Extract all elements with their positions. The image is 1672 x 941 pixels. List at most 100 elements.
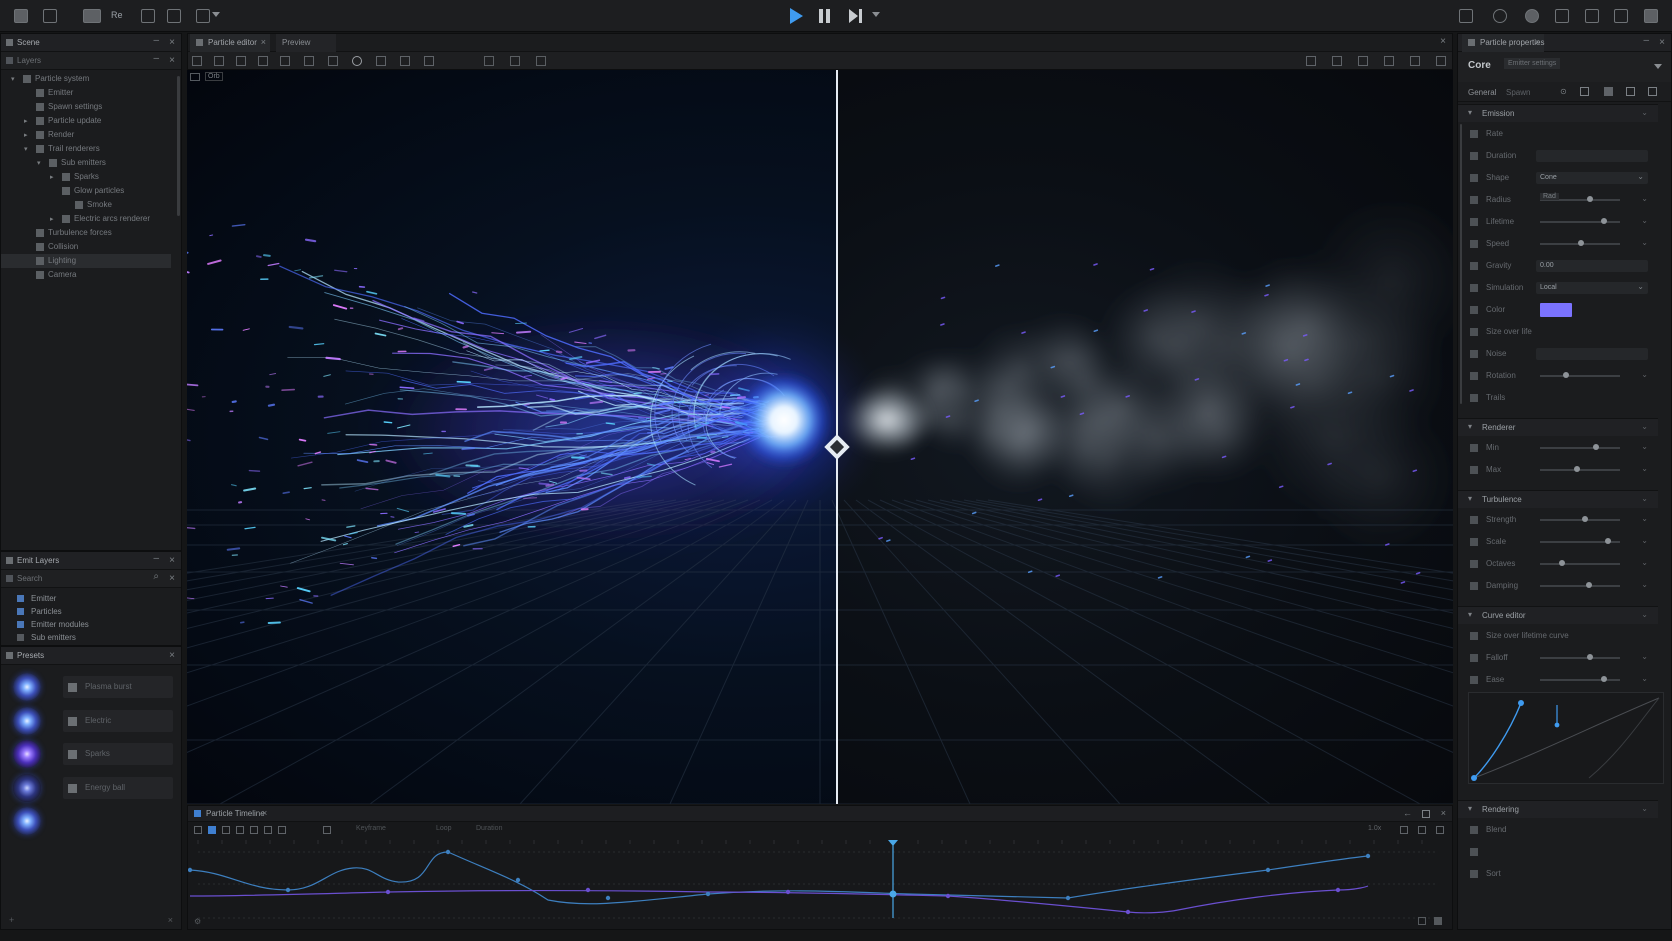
slider-knob[interactable] bbox=[1600, 676, 1607, 682]
checkbox[interactable] bbox=[1470, 466, 1478, 474]
filter-icon[interactable] bbox=[484, 56, 494, 66]
timeline-curve-violet[interactable] bbox=[189, 885, 1369, 914]
collapse-icon[interactable]: – bbox=[153, 53, 159, 64]
checkbox[interactable] bbox=[1470, 284, 1478, 292]
tab-scene[interactable]: Scene bbox=[17, 38, 40, 47]
fit-icon[interactable] bbox=[1418, 917, 1426, 925]
slider-knob[interactable] bbox=[1585, 582, 1592, 588]
timeline-tool[interactable]: Loop bbox=[436, 825, 452, 832]
key-icon[interactable] bbox=[208, 826, 216, 834]
keyframe[interactable] bbox=[1365, 853, 1371, 859]
save-icon[interactable] bbox=[1604, 87, 1613, 96]
property-slider[interactable] bbox=[1540, 563, 1620, 565]
curve-key[interactable] bbox=[1554, 722, 1560, 728]
property-input[interactable] bbox=[1536, 348, 1648, 360]
checkbox[interactable] bbox=[1470, 174, 1478, 182]
close-icon[interactable]: × bbox=[1535, 37, 1540, 47]
property-slider[interactable] bbox=[1540, 585, 1620, 587]
chevron-down-icon[interactable]: ⌄ bbox=[1641, 674, 1648, 683]
preset-thumbnail[interactable] bbox=[13, 707, 41, 735]
property-slider[interactable] bbox=[1540, 657, 1620, 659]
slider-knob[interactable] bbox=[1593, 444, 1600, 450]
curve-key[interactable] bbox=[1471, 775, 1477, 781]
inspector-scrollbar[interactable] bbox=[1460, 124, 1462, 404]
chevron-down-icon[interactable] bbox=[872, 12, 880, 17]
chevron-down-icon[interactable]: ⌄ bbox=[1641, 442, 1648, 451]
property-slider[interactable] bbox=[1540, 679, 1620, 681]
inspector-section-header[interactable]: ▾ Turbulence ⌄ bbox=[1458, 490, 1658, 508]
checkbox[interactable] bbox=[1470, 516, 1478, 524]
chevron-down-icon[interactable]: ▾ bbox=[1468, 108, 1472, 117]
chevron-down-icon[interactable]: ▾ bbox=[24, 145, 28, 153]
sync-icon[interactable] bbox=[1493, 9, 1507, 23]
checkbox[interactable] bbox=[1470, 328, 1478, 336]
chevron-right-icon[interactable]: ▸ bbox=[50, 173, 54, 181]
camera-icon[interactable] bbox=[1384, 56, 1394, 66]
tree-item[interactable]: ▸ Render bbox=[1, 128, 171, 142]
close-icon[interactable]: × bbox=[1659, 37, 1665, 48]
checkbox[interactable] bbox=[1470, 262, 1478, 270]
inspector-section-header[interactable]: ▾ Emission ⌄ bbox=[1458, 104, 1658, 122]
filter-icon[interactable] bbox=[6, 575, 13, 582]
checkbox[interactable] bbox=[1470, 350, 1478, 358]
property-dropdown[interactable]: Cone ⌄ bbox=[1536, 172, 1648, 184]
fit-icon[interactable] bbox=[1400, 826, 1408, 834]
tree-item[interactable]: ▸ Electric arcs renderer bbox=[1, 212, 171, 226]
keyframe[interactable] bbox=[585, 887, 591, 893]
gizmo-icon[interactable] bbox=[1306, 56, 1316, 66]
chevron-down-icon[interactable]: ▾ bbox=[37, 159, 41, 167]
tree-item[interactable]: Glow particles bbox=[1, 184, 171, 198]
checkbox[interactable] bbox=[1470, 538, 1478, 546]
preset-card[interactable]: Electric bbox=[63, 710, 173, 732]
layer-row[interactable]: Emitter modules bbox=[9, 618, 169, 631]
close-icon[interactable]: × bbox=[169, 37, 175, 48]
property-slider[interactable] bbox=[1540, 469, 1620, 471]
link-icon[interactable]: ⊙ bbox=[1560, 87, 1567, 96]
move-icon[interactable] bbox=[236, 826, 244, 834]
timeline-zoom[interactable]: 1.0x bbox=[1368, 825, 1381, 832]
keyframe[interactable] bbox=[705, 891, 711, 897]
chevron-down-icon[interactable]: ⌄ bbox=[1641, 422, 1648, 431]
timeline-tool[interactable]: Duration bbox=[476, 825, 502, 832]
toolbar-label[interactable]: Re bbox=[111, 10, 123, 20]
checkbox[interactable] bbox=[1470, 560, 1478, 568]
slider-knob[interactable] bbox=[1562, 372, 1569, 378]
tree-item[interactable]: Smoke bbox=[1, 198, 171, 212]
graph-icon[interactable] bbox=[424, 56, 434, 66]
slider-knob[interactable] bbox=[1587, 654, 1594, 660]
keyframe[interactable] bbox=[385, 889, 391, 895]
search-icon[interactable]: ⌕ bbox=[153, 571, 159, 582]
preset-card[interactable]: Sparks bbox=[63, 743, 173, 765]
close-icon[interactable]: × bbox=[168, 915, 173, 925]
keyframe[interactable] bbox=[515, 877, 521, 883]
preset-thumbnail[interactable] bbox=[13, 740, 41, 768]
preset-thumbnail[interactable] bbox=[13, 774, 41, 802]
subtab-spawn[interactable]: Spawn bbox=[1506, 88, 1530, 97]
sphere-icon[interactable] bbox=[352, 56, 362, 66]
close-icon[interactable]: × bbox=[169, 555, 175, 566]
close-icon[interactable]: × bbox=[1441, 808, 1446, 818]
settings-icon[interactable] bbox=[1585, 9, 1599, 23]
timeline-curves[interactable] bbox=[188, 840, 1452, 928]
slider-knob[interactable] bbox=[1559, 560, 1565, 566]
checkbox[interactable] bbox=[1470, 582, 1478, 590]
property-value[interactable]: Rad bbox=[1540, 193, 1559, 200]
chevron-down-icon[interactable]: ⌄ bbox=[1641, 464, 1648, 473]
lighting-icon[interactable] bbox=[1410, 56, 1420, 66]
search-icon[interactable] bbox=[1459, 9, 1473, 23]
add-key-icon[interactable] bbox=[194, 826, 202, 834]
copy-icon[interactable] bbox=[264, 826, 272, 834]
select-icon[interactable] bbox=[222, 826, 230, 834]
tree-item[interactable]: Turbulence forces bbox=[1, 226, 171, 240]
minimize-icon[interactable]: – bbox=[153, 553, 159, 564]
user-icon[interactable] bbox=[1644, 9, 1658, 23]
checkbox[interactable] bbox=[1470, 306, 1478, 314]
inspector-subtitle[interactable]: Emitter settings bbox=[1504, 58, 1561, 69]
viewport-mode-icon[interactable] bbox=[196, 9, 210, 23]
chevron-down-icon[interactable]: ⌄ bbox=[1641, 494, 1648, 503]
checkbox[interactable] bbox=[1470, 152, 1478, 160]
preset-card[interactable]: Plasma burst bbox=[63, 676, 173, 698]
slider-knob[interactable] bbox=[1574, 466, 1581, 472]
grid-icon[interactable] bbox=[1434, 917, 1442, 925]
property-slider[interactable] bbox=[1540, 447, 1620, 449]
